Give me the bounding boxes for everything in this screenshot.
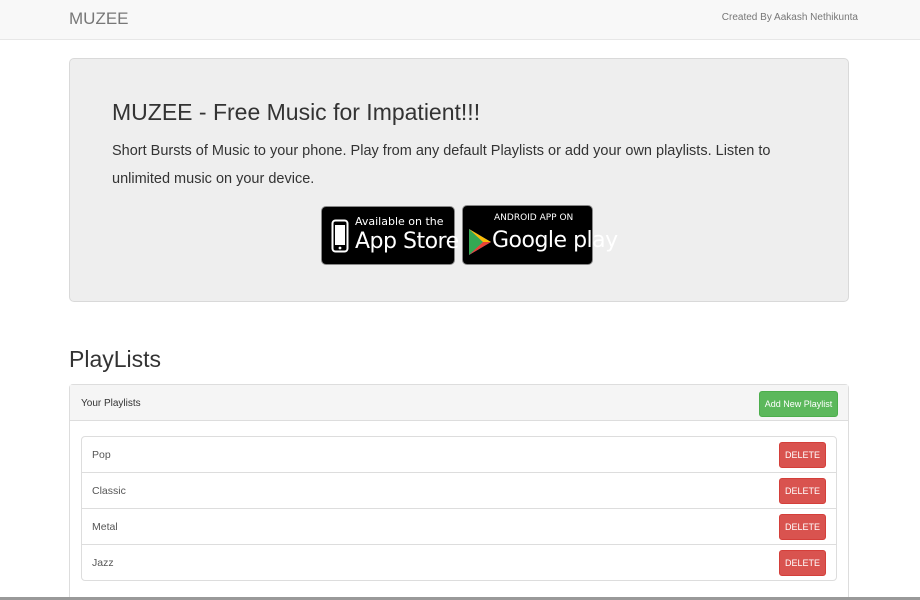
brand-link[interactable]: MUZEE: [69, 9, 129, 29]
delete-playlist-button[interactable]: DELETE: [779, 478, 826, 504]
playlist-item-jazz[interactable]: Jazz DELETE: [81, 544, 837, 581]
google-play-badge-small-text: ANDROID APP ON: [494, 213, 574, 223]
playlist-item-metal[interactable]: Metal DELETE: [81, 508, 837, 545]
top-navbar: MUZEE Created By Aakash Nethikunta: [0, 0, 920, 40]
playlist-item-label: Classic: [92, 485, 126, 497]
google-play-triangle-icon: [468, 228, 492, 261]
playlist-list: Pop DELETE Classic DELETE Metal DELETE J…: [81, 436, 837, 581]
add-playlist-button[interactable]: Add New Playlist: [759, 391, 838, 417]
app-store-badge-small-text: Available on the: [355, 215, 444, 228]
apple-phone-icon: [331, 219, 349, 258]
app-store-badge[interactable]: Available on the App Store: [321, 206, 459, 265]
playlist-item-label: Metal: [92, 521, 118, 533]
delete-playlist-button[interactable]: DELETE: [779, 442, 826, 468]
panel-heading: Your Playlists Add New Playlist: [70, 385, 848, 421]
delete-playlist-button[interactable]: DELETE: [779, 514, 826, 540]
hero-description: Short Bursts of Music to your phone. Pla…: [112, 143, 771, 187]
google-play-badge[interactable]: ANDROID APP ON Google play: [462, 205, 618, 265]
playlists-heading: PlayLists: [69, 346, 162, 372]
playlists-panel: Your Playlists Add New Playlist Pop DELE…: [69, 384, 849, 600]
playlist-item-pop[interactable]: Pop DELETE: [81, 436, 837, 473]
delete-playlist-button[interactable]: DELETE: [779, 550, 826, 576]
playlist-item-classic[interactable]: Classic DELETE: [81, 472, 837, 509]
panel-heading-label: Your Playlists: [81, 398, 141, 409]
app-store-badge-big-text: App Store: [355, 229, 459, 254]
credit-text: Created By Aakash Nethikunta: [721, 12, 858, 23]
hero-jumbotron: MUZEE - Free Music for Impatient!!! Shor…: [69, 58, 849, 302]
playlist-item-label: Jazz: [92, 557, 114, 569]
google-play-badge-big-text: Google play: [492, 228, 618, 253]
hero-title: MUZEE - Free Music for Impatient!!!: [112, 99, 481, 125]
playlist-item-label: Pop: [92, 449, 111, 461]
